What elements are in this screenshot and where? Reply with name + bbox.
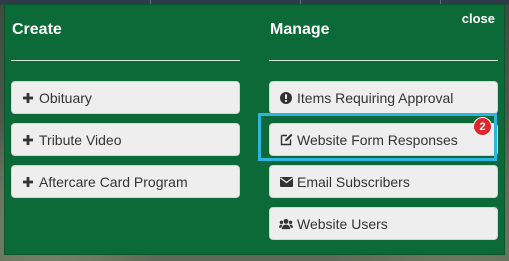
plus-icon: [21, 133, 35, 147]
button-label: Website Users: [297, 215, 388, 232]
items-requiring-approval-button[interactable]: Items Requiring Approval: [269, 81, 498, 114]
create-divider: [11, 60, 240, 61]
exclamation-circle-icon: [279, 91, 293, 105]
button-label: Items Requiring Approval: [297, 89, 454, 106]
quick-actions-panel: close Create Obituary Tribute Video Afte…: [4, 4, 505, 255]
tribute-video-button[interactable]: Tribute Video: [11, 123, 240, 156]
plus-icon: [21, 175, 35, 189]
manage-heading: Manage: [270, 21, 330, 38]
button-label: Website Form Responses: [297, 131, 458, 148]
manage-divider: [269, 60, 498, 61]
button-label: Aftercare Card Program: [39, 173, 188, 190]
aftercare-card-program-button[interactable]: Aftercare Card Program: [11, 165, 240, 198]
button-label: Obituary: [39, 89, 92, 106]
notification-badge: 2: [473, 117, 492, 136]
website-form-responses-button[interactable]: Website Form Responses: [269, 123, 498, 156]
obituary-button[interactable]: Obituary: [11, 81, 240, 114]
button-label: Tribute Video: [39, 131, 122, 148]
envelope-icon: [279, 175, 293, 189]
users-icon: [279, 217, 293, 231]
edit-icon: [279, 133, 293, 147]
plus-icon: [21, 91, 35, 105]
button-label: Email Subscribers: [297, 173, 410, 190]
close-button[interactable]: close: [462, 11, 495, 26]
create-heading: Create: [12, 21, 62, 38]
website-users-button[interactable]: Website Users: [269, 207, 498, 240]
email-subscribers-button[interactable]: Email Subscribers: [269, 165, 498, 198]
